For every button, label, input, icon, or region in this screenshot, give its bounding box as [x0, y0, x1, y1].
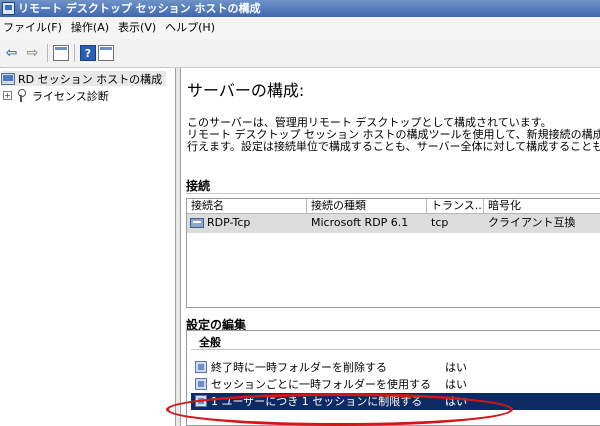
setting-icon: [195, 361, 207, 373]
server-icon: [1, 72, 15, 85]
column-header-encryption[interactable]: 暗号化: [484, 199, 600, 214]
menu-action[interactable]: 操作(A): [68, 17, 115, 39]
connections-table: 接続名 接続の種類 トランス... 暗号化 RDP-Tcp Microsoft …: [186, 198, 600, 308]
properties-icon[interactable]: [98, 45, 114, 61]
tree-item-license-diagnosis[interactable]: + ライセンス診断: [3, 88, 109, 103]
table-row[interactable]: RDP-Tcp Microsoft RDP 6.1 tcp クライアント互換: [187, 214, 600, 233]
details-pane: サーバーの構成: このサーバーは、管理用リモート デスクトップとして構成されてい…: [180, 68, 600, 426]
connection-name: RDP-Tcp: [207, 216, 251, 229]
license-icon: [16, 89, 28, 102]
column-header-type[interactable]: 接続の種類: [307, 199, 427, 214]
setting-row-single-session[interactable]: 1 ユーザーにつき 1 セッションに制限する はい: [191, 393, 600, 410]
settings-panel: 全般 終了時に一時フォルダーを削除する はい セッションごとに一時フォルダーを使…: [186, 330, 600, 426]
help-icon[interactable]: ?: [80, 45, 96, 61]
setting-row-delete-temp[interactable]: 終了時に一時フォルダーを削除する はい: [191, 359, 600, 376]
description-line: 行えます。設定は接続単位で構成することも、サーバー全体に対して構成することもでき…: [187, 140, 600, 153]
setting-row-per-session-temp[interactable]: セッションごとに一時フォルダーを使用する はい: [191, 376, 600, 393]
column-header-transport[interactable]: トランス...: [427, 199, 484, 214]
connections-heading: 接続: [186, 179, 211, 193]
connection-type: Microsoft RDP 6.1: [311, 216, 409, 229]
forward-arrow-icon[interactable]: ⇨: [23, 44, 42, 63]
tree-item-rd-session-host[interactable]: RD セッション ホストの構成: [1, 71, 167, 86]
menu-file[interactable]: ファイル(F): [0, 17, 68, 39]
setting-icon: [195, 395, 207, 407]
tree-item-label: ライセンス診断: [32, 89, 109, 103]
connection-transport: tcp: [431, 216, 449, 229]
setting-value: はい: [445, 378, 467, 391]
setting-label: 終了時に一時フォルダーを削除する: [211, 361, 387, 374]
menu-view[interactable]: 表示(V): [115, 17, 162, 39]
section-divider: [186, 193, 600, 194]
page-title: サーバーの構成:: [187, 81, 305, 100]
window-title: リモート デスクトップ セッション ホストの構成: [18, 2, 261, 15]
setting-value: はい: [445, 395, 467, 408]
column-header-name[interactable]: 接続名: [187, 199, 307, 214]
tree-item-label: RD セッション ホストの構成: [18, 72, 163, 86]
toolbar-separator: [47, 44, 48, 62]
connection-encryption: クライアント互換: [488, 216, 576, 229]
description-text: このサーバーは、管理用リモート デスクトップとして構成されています。 リモート …: [187, 117, 600, 153]
expand-icon[interactable]: +: [3, 91, 12, 100]
toolbar: ⇦ ⇨ ?: [0, 39, 600, 68]
setting-icon: [195, 378, 207, 390]
toolbar-separator: [74, 44, 75, 62]
console-tree-icon[interactable]: [53, 45, 69, 61]
group-general-heading: 全般: [199, 336, 221, 349]
title-bar: リモート デスクトップ セッション ホストの構成: [0, 0, 600, 17]
app-window: リモート デスクトップ セッション ホストの構成 ファイル(F) 操作(A) 表…: [0, 0, 600, 426]
group-divider: [191, 349, 600, 350]
setting-value: はい: [445, 361, 467, 374]
setting-label: セッションごとに一時フォルダーを使用する: [211, 378, 431, 391]
menu-help[interactable]: ヘルプ(H): [162, 17, 221, 39]
network-connection-icon: [190, 218, 204, 228]
menu-bar: ファイル(F) 操作(A) 表示(V) ヘルプ(H): [0, 17, 600, 39]
app-icon: [2, 2, 15, 15]
console-tree: RD セッション ホストの構成 + ライセンス診断: [0, 68, 176, 426]
back-arrow-icon[interactable]: ⇦: [2, 44, 21, 63]
setting-label: 1 ユーザーにつき 1 セッションに制限する: [211, 395, 423, 408]
